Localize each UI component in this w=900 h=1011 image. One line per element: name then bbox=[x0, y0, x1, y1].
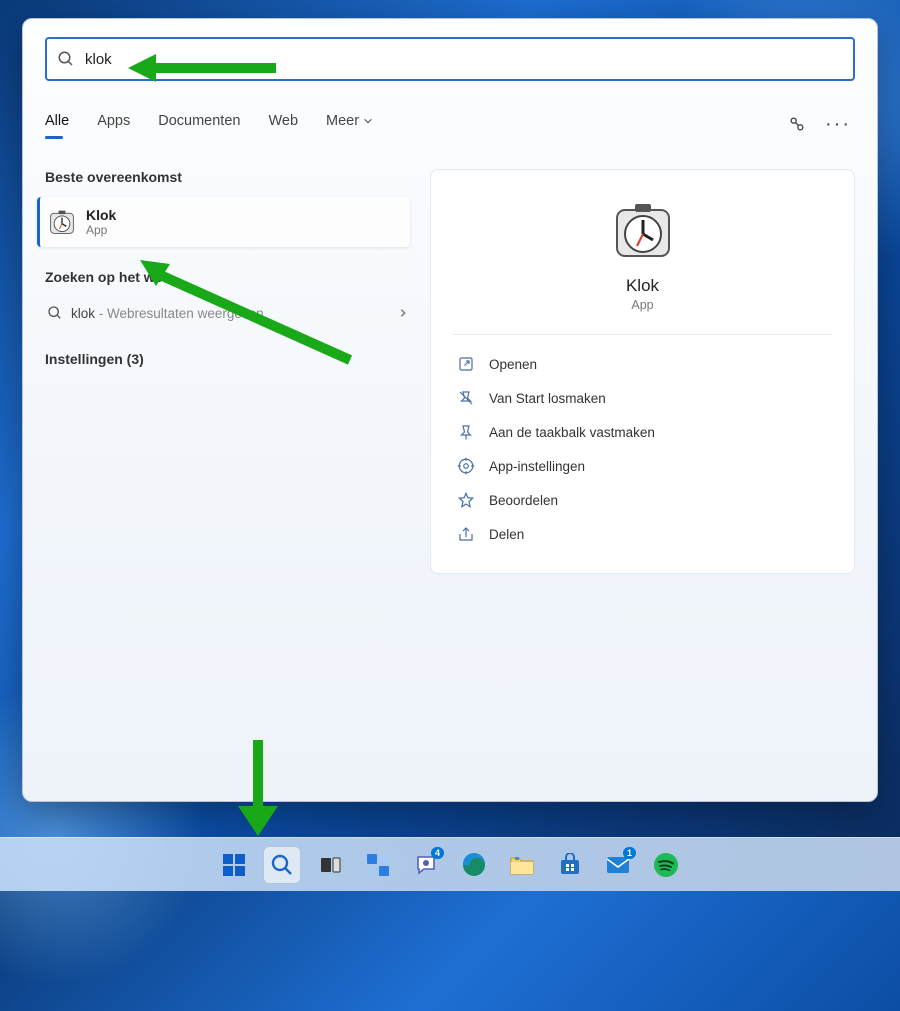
taskbar-widgets-button[interactable] bbox=[359, 846, 397, 884]
action-pin-taskbar[interactable]: Aan de taakbalk vastmaken bbox=[453, 415, 832, 449]
action-label: Openen bbox=[489, 357, 537, 372]
divider bbox=[453, 334, 832, 335]
clock-app-icon bbox=[48, 208, 76, 236]
more-options-icon[interactable]: ··· bbox=[825, 114, 851, 134]
section-best-match: Beste overeenkomst bbox=[45, 169, 410, 185]
widgets-icon bbox=[365, 852, 391, 878]
preview-subtitle: App bbox=[631, 298, 653, 312]
tab-more[interactable]: Meer bbox=[326, 113, 373, 135]
tab-all[interactable]: Alle bbox=[45, 113, 69, 135]
taskbar-mail-button[interactable]: 1 bbox=[599, 846, 637, 884]
mail-badge: 1 bbox=[623, 847, 636, 859]
best-match-subtitle: App bbox=[86, 223, 116, 237]
taskbar-taskview-button[interactable] bbox=[311, 846, 349, 884]
folder-icon bbox=[509, 854, 535, 876]
start-search-panel: Alle Apps Documenten Web Meer ··· Beste … bbox=[22, 18, 878, 802]
best-match-item[interactable]: Klok App bbox=[37, 197, 410, 247]
search-tabs-row: Alle Apps Documenten Web Meer ··· bbox=[45, 107, 855, 141]
spotify-icon bbox=[653, 852, 679, 878]
taskbar-search-button[interactable] bbox=[263, 846, 301, 884]
star-icon bbox=[457, 491, 475, 509]
chevron-right-icon bbox=[398, 308, 408, 318]
open-icon bbox=[457, 355, 475, 373]
action-share[interactable]: Delen bbox=[453, 517, 832, 551]
search-icon bbox=[47, 305, 63, 321]
pin-icon bbox=[457, 423, 475, 441]
results-left-column: Beste overeenkomst Klok App Zoeken op he… bbox=[45, 169, 410, 574]
web-result-term: klok bbox=[71, 306, 95, 321]
task-view-icon bbox=[318, 853, 342, 877]
annotation-arrow bbox=[218, 740, 298, 836]
taskbar-chat-button[interactable]: 4 bbox=[407, 846, 445, 884]
preview-title: Klok bbox=[626, 276, 659, 296]
clock-app-icon bbox=[611, 198, 675, 262]
search-icon bbox=[270, 853, 294, 877]
best-match-title: Klok bbox=[86, 207, 116, 223]
action-label: Beoordelen bbox=[489, 493, 558, 508]
taskbar-start-button[interactable] bbox=[215, 846, 253, 884]
edge-icon bbox=[461, 852, 487, 878]
annotation-arrow bbox=[140, 260, 360, 370]
tab-documents[interactable]: Documenten bbox=[158, 113, 240, 135]
taskbar: 4 1 bbox=[0, 837, 900, 891]
action-app-settings[interactable]: App-instellingen bbox=[453, 449, 832, 483]
taskbar-edge-button[interactable] bbox=[455, 846, 493, 884]
action-label: App-instellingen bbox=[489, 459, 585, 474]
search-scope-icon[interactable] bbox=[787, 114, 807, 134]
taskbar-store-button[interactable] bbox=[551, 846, 589, 884]
search-icon bbox=[57, 50, 75, 68]
gear-icon bbox=[457, 457, 475, 475]
action-label: Van Start losmaken bbox=[489, 391, 606, 406]
action-unpin-start[interactable]: Van Start losmaken bbox=[453, 381, 832, 415]
action-label: Delen bbox=[489, 527, 524, 542]
windows-logo-icon bbox=[221, 852, 247, 878]
tab-apps[interactable]: Apps bbox=[97, 113, 130, 135]
chevron-down-icon bbox=[363, 116, 373, 126]
taskbar-spotify-button[interactable] bbox=[647, 846, 685, 884]
action-label: Aan de taakbalk vastmaken bbox=[489, 425, 655, 440]
chat-badge: 4 bbox=[431, 847, 444, 859]
taskbar-explorer-button[interactable] bbox=[503, 846, 541, 884]
unpin-icon bbox=[457, 389, 475, 407]
action-review[interactable]: Beoordelen bbox=[453, 483, 832, 517]
annotation-arrow bbox=[128, 48, 288, 88]
tab-more-label: Meer bbox=[326, 113, 359, 129]
tab-web[interactable]: Web bbox=[268, 113, 298, 135]
result-preview-pane: Klok App Openen Van Start losmaken bbox=[430, 169, 855, 574]
share-icon bbox=[457, 525, 475, 543]
action-open[interactable]: Openen bbox=[453, 347, 832, 381]
store-icon bbox=[558, 853, 582, 877]
